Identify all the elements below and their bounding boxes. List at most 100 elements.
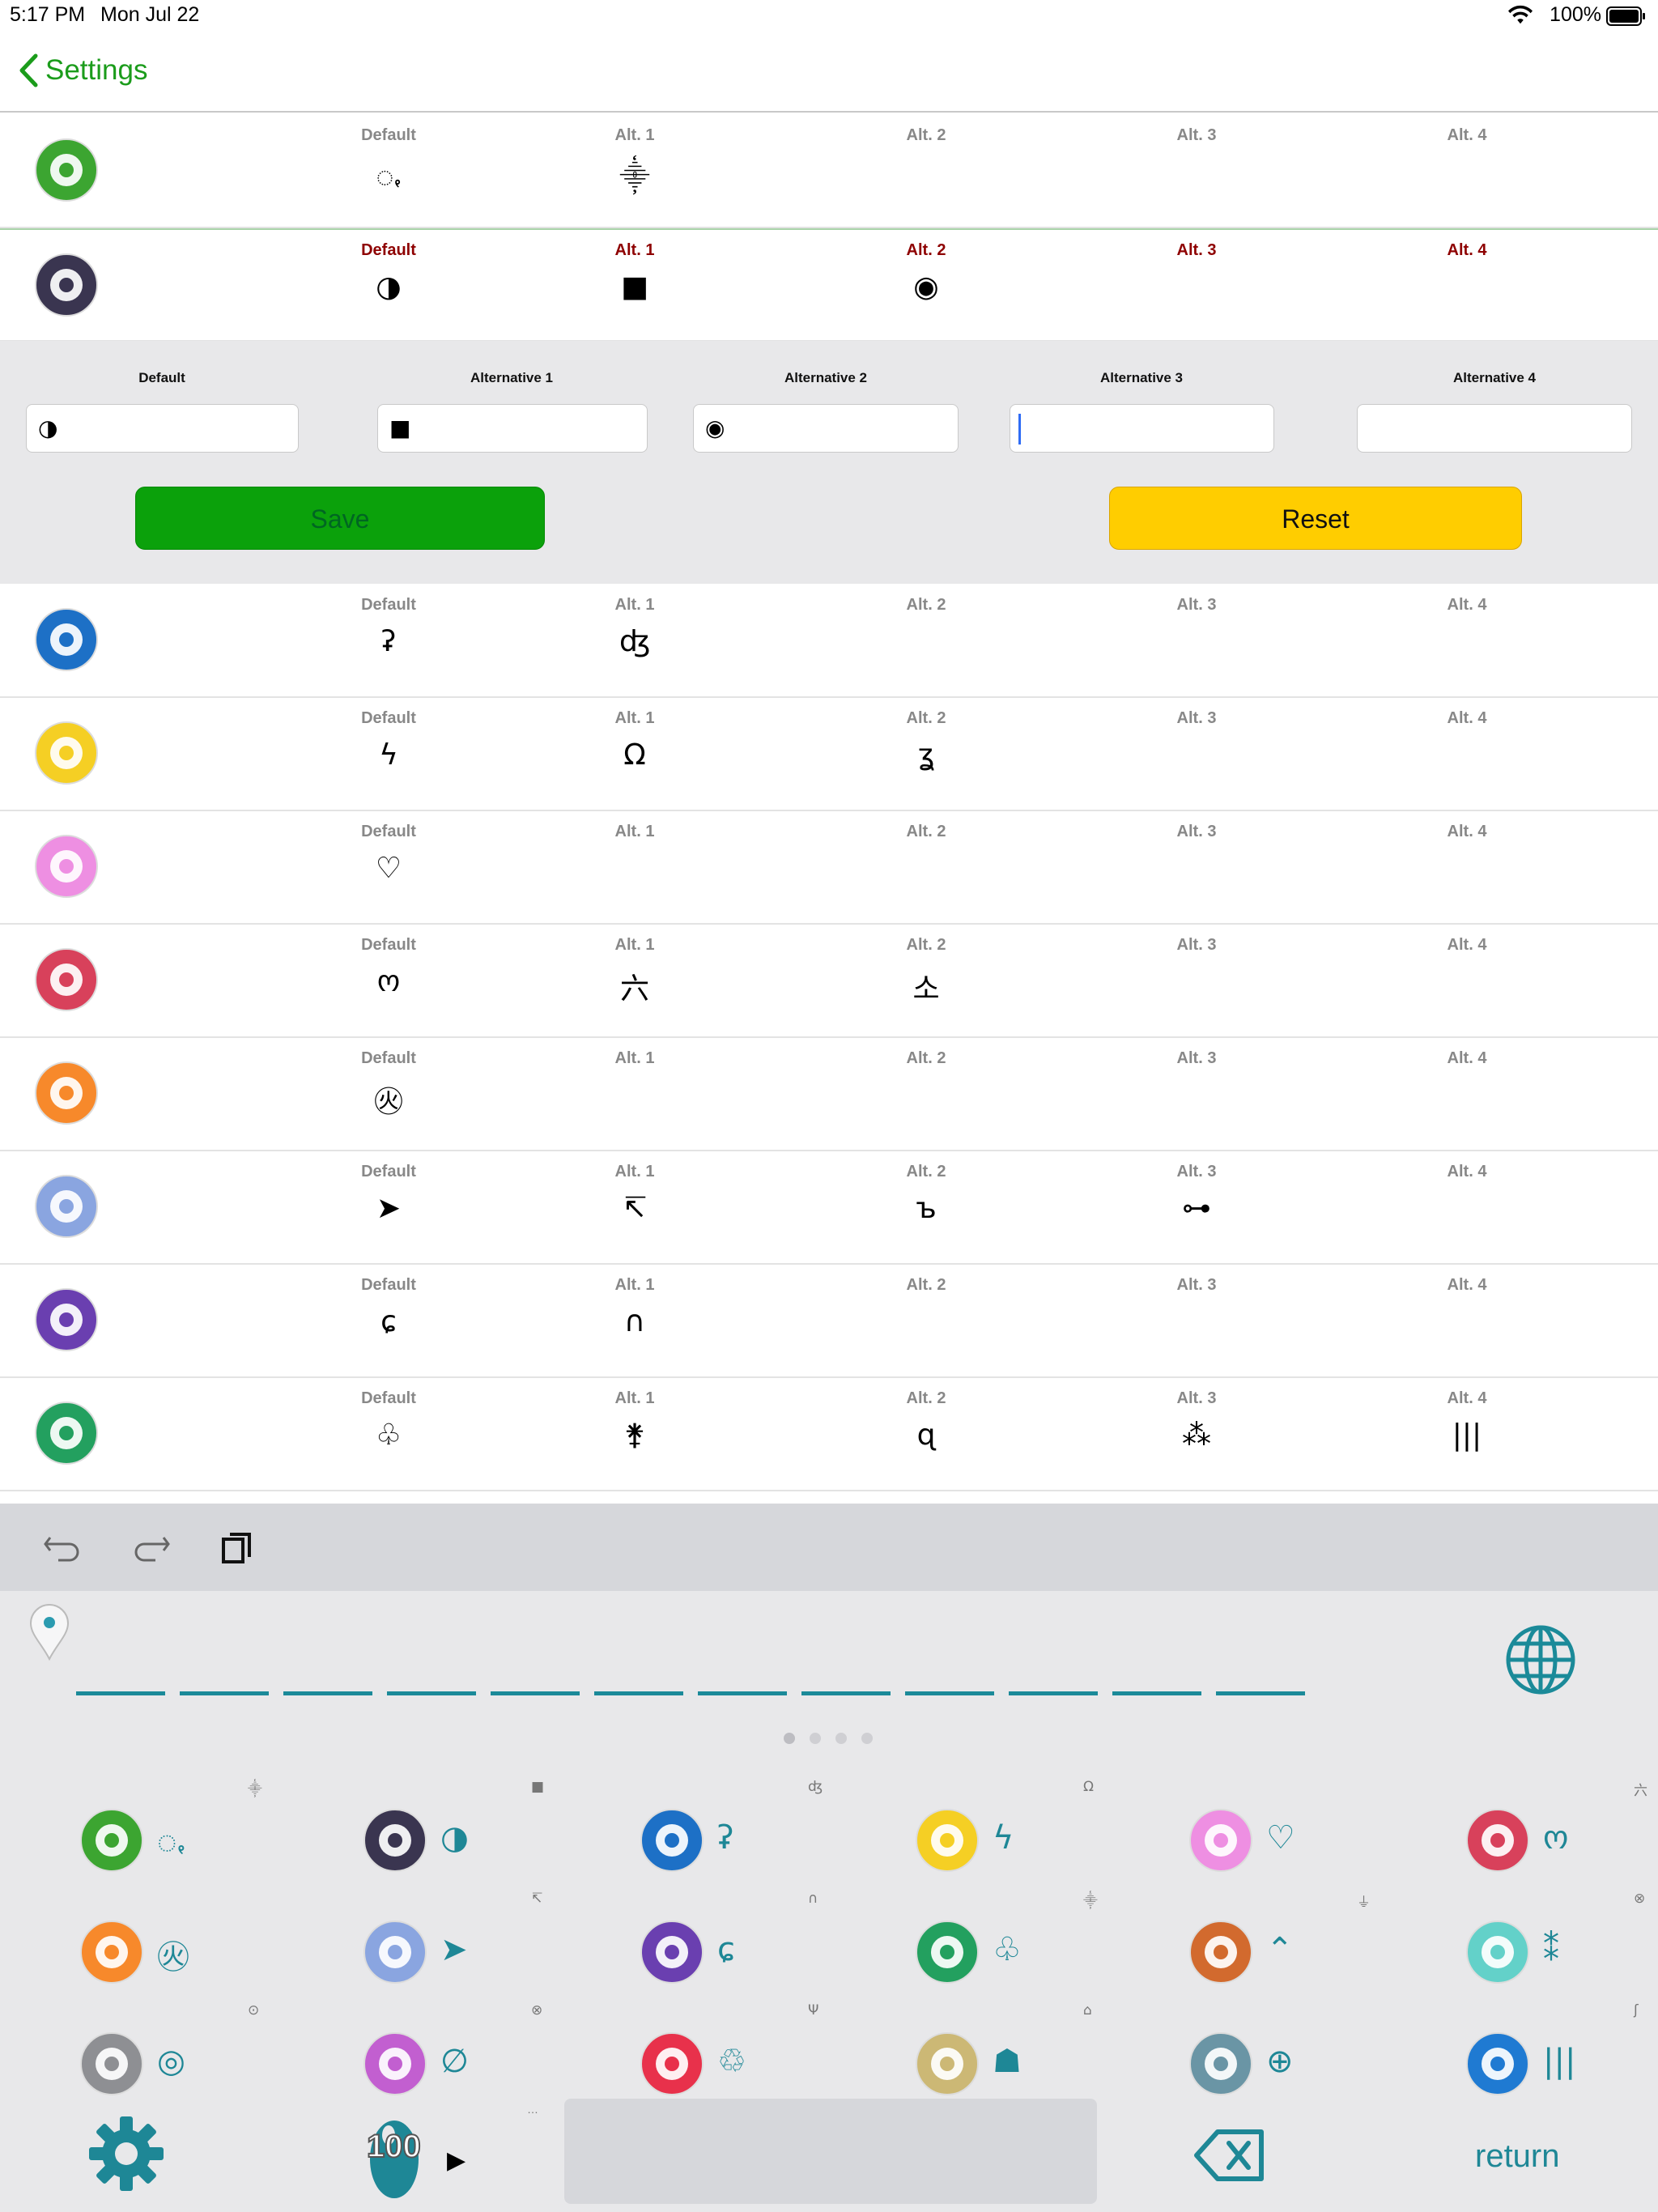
type-row-fighting[interactable]: Default ო Alt. 1 六 Alt. 2 소 Alt. 3 Alt. 4 xyxy=(0,925,1658,1038)
column-header: Alt. 2 xyxy=(906,936,946,954)
key-ice[interactable]: ⁑ ⊗ xyxy=(1465,1891,1658,2025)
page-dot[interactable] xyxy=(835,1733,847,1744)
key-fire[interactable]: ㊋ xyxy=(79,1920,355,2025)
fighting-type-icon xyxy=(34,947,99,1012)
location-pin-icon[interactable] xyxy=(28,1602,71,1665)
column-header: Alt. 2 xyxy=(906,596,946,614)
key-dragon[interactable]: ʡʤ xyxy=(640,1779,915,1913)
keyboard-toolbar xyxy=(0,1504,1658,1591)
key-symbol: ➤ xyxy=(440,1931,468,1968)
column-header: Alt. 2 xyxy=(906,1389,946,1407)
ghost-type-icon xyxy=(34,1287,99,1352)
editor-label-alt4: Alternative 4 xyxy=(1452,370,1537,385)
key-symbol: ⌃ xyxy=(1266,1931,1294,1968)
type-row-fire[interactable]: Default ㊋ Alt. 1 Alt. 2 Alt. 3 Alt. 4 xyxy=(0,1038,1658,1151)
symbol-value: ъ xyxy=(916,1192,937,1225)
symbol-value: ʡ xyxy=(380,625,397,658)
paste-icon[interactable] xyxy=(220,1528,256,1569)
column-header: Alt. 2 xyxy=(906,1163,946,1180)
fairy-type-icon xyxy=(1188,1808,1253,1873)
symbol-value: Ω xyxy=(623,738,646,772)
wifi-icon xyxy=(1506,0,1535,35)
alt3-field[interactable] xyxy=(1010,404,1274,453)
column-header: Default xyxy=(361,1163,416,1180)
symbol-value: ɕ xyxy=(380,1305,397,1338)
delete-icon[interactable] xyxy=(1193,2127,1266,2188)
type-row-bug[interactable]: Defaultꩻ Alt. 1 ⸎ Alt. 2 Alt. 3 Alt. 4 xyxy=(0,115,1658,228)
redo-icon[interactable] xyxy=(131,1526,172,1571)
column-header: Alt. 3 xyxy=(1176,126,1217,144)
type-row-electric[interactable]: Default ϟ Alt. 1 Ω Alt. 2 ʓ Alt. 3 Alt. 4 xyxy=(0,698,1658,811)
symbol-editor: Default Alternative 1 Alternative 2 Alte… xyxy=(0,341,1658,584)
ghost-type-icon xyxy=(640,1920,704,1984)
return-key[interactable]: return xyxy=(1475,2138,1560,2175)
type-row-ghost[interactable]: Default ɕ Alt. 1 ∩ Alt. 2 Alt. 3 Alt. 4 xyxy=(0,1265,1658,1378)
reset-button[interactable]: Reset xyxy=(1109,487,1522,550)
key-symbol: ♲ xyxy=(717,2043,746,2080)
key-steel[interactable]: ⊕ xyxy=(1188,2031,1464,2137)
key-alt-hint: ■ xyxy=(531,1779,545,1795)
key-electric[interactable]: ϟΩ xyxy=(915,1779,1190,1913)
type-row-dragon[interactable]: Default ʡ Alt. 1 ʤ Alt. 2 Alt. 3 Alt. 4 xyxy=(0,585,1658,698)
play-icon[interactable]: ▶ xyxy=(447,2146,466,2175)
fighting-type-icon xyxy=(1465,1808,1530,1873)
column-header: Alt. 3 xyxy=(1176,823,1217,840)
ground-type-icon xyxy=(1188,1920,1253,1984)
key-fairy[interactable]: ♡ xyxy=(1188,1808,1464,1913)
key-symbol: ♧ xyxy=(993,1931,1022,1968)
column-header: Alt. 2 xyxy=(906,1276,946,1294)
key-fighting[interactable]: ო六 xyxy=(1465,1783,1658,1913)
key-grass[interactable]: ♧ ⸎ xyxy=(915,1893,1190,2025)
page-dot[interactable] xyxy=(784,1733,795,1744)
key-alt-hint: Ψ xyxy=(808,2002,819,2018)
key-bug[interactable]: ꩻ ⸎ xyxy=(79,1781,355,1913)
column-header: Alt. 3 xyxy=(1176,596,1217,614)
page-dot[interactable] xyxy=(861,1733,873,1744)
alt4-field[interactable] xyxy=(1357,404,1632,453)
type-row-fairy[interactable]: Default ♡ Alt. 1 Alt. 2 Alt. 3 Alt. 4 xyxy=(0,811,1658,925)
key-symbol: ㊋ xyxy=(157,1939,189,1976)
undo-icon[interactable] xyxy=(42,1526,83,1571)
input-slot xyxy=(1009,1691,1098,1695)
dark-type-icon xyxy=(363,1808,427,1873)
settings-gear-icon[interactable] xyxy=(87,2115,165,2197)
default-field[interactable]: ◑ xyxy=(26,404,299,453)
key-alt-hint: ⸎ xyxy=(248,1781,262,1797)
symbol-value: ო xyxy=(376,965,401,998)
column-header: Default xyxy=(361,936,416,954)
column-header: Alt. 4 xyxy=(1447,709,1487,727)
key-flying[interactable]: ➤ ↸ xyxy=(363,1891,638,2025)
column-header: Default xyxy=(361,1389,416,1407)
key-symbol: ♡ xyxy=(1266,1819,1295,1857)
key-ghost[interactable]: ɕ ∩ xyxy=(640,1891,915,2025)
input-slot xyxy=(491,1691,580,1695)
page-dot[interactable] xyxy=(810,1733,821,1744)
key-dark[interactable]: ◑ ■ xyxy=(363,1779,638,1913)
globe-icon[interactable] xyxy=(1504,1623,1577,1700)
grass-type-icon xyxy=(915,1920,980,1984)
input-slot xyxy=(698,1691,787,1695)
alt2-field[interactable]: ◉ xyxy=(693,404,959,453)
key-alt-hint: ⊙ xyxy=(248,2002,260,2018)
key-alt-hint: ⸎ xyxy=(1083,1893,1098,1909)
key-water[interactable]: ||| ʃ xyxy=(1465,2002,1658,2137)
electric-type-icon xyxy=(915,1808,980,1873)
column-header: Alt. 2 xyxy=(906,823,946,840)
type-row-grass[interactable]: Default ♧ Alt. 1 ⚵ Alt. 2 ɋ Alt. 3 ⁂ Alt. 4 ||| xyxy=(0,1378,1658,1491)
save-button[interactable]: Save xyxy=(135,487,545,550)
key-ground[interactable]: ⌃ ⏚ xyxy=(1188,1895,1464,2025)
editor-label-alt2: Alternative 2 xyxy=(784,370,868,385)
input-slot xyxy=(283,1691,372,1695)
space-key[interactable] xyxy=(564,2099,1097,2204)
alt1-field[interactable]: ■ xyxy=(377,404,648,453)
column-header: Alt. 4 xyxy=(1447,1276,1487,1294)
back-button[interactable]: Settings xyxy=(18,53,147,87)
key-alt-hint: ⏚ xyxy=(1357,1895,1371,1911)
type-row-flying[interactable]: Default ➤ Alt. 1 ↸ Alt. 2 ъ Alt. 3 ⊶ Alt. 4 xyxy=(0,1151,1658,1265)
type-row-dark[interactable]: Default ◑ Alt. 1 ■ Alt. 2 ◉ Alt. 3 Alt. 4 xyxy=(0,228,1658,342)
column-header: Alt. 1 xyxy=(614,241,655,259)
ice-type-icon xyxy=(1465,1920,1530,1984)
column-header: Default xyxy=(361,241,416,259)
column-header: Alt. 1 xyxy=(614,1049,655,1067)
key-symbol: ◑ xyxy=(440,1819,469,1857)
